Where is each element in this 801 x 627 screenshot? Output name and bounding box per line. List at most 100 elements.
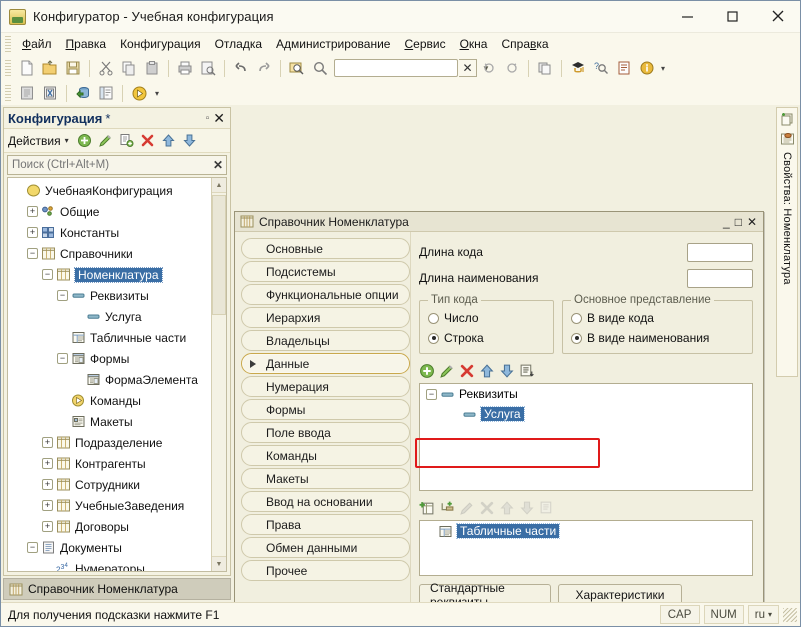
dialog-minimize-button[interactable]: _ <box>723 216 730 228</box>
status-language-selector[interactable]: ru ▾ <box>747 605 779 624</box>
dialog-maximize-button[interactable]: □ <box>735 216 742 228</box>
configuration-tree-scrollbar[interactable]: ▲ ▼ <box>211 178 226 571</box>
dialog-nav-item-12[interactable]: Права <box>241 514 410 535</box>
expand-icon[interactable]: + <box>27 227 38 238</box>
expand-icon[interactable]: + <box>27 206 38 217</box>
toolbar-grip-2[interactable] <box>5 85 11 101</box>
name-length-input[interactable] <box>688 269 763 287</box>
list-item[interactable]: Услуга <box>420 404 752 424</box>
dialog-nav-item-4[interactable]: Владельцы <box>241 330 410 351</box>
list-item[interactable]: − Реквизиты <box>420 384 752 404</box>
collapse-icon[interactable]: − <box>426 388 437 400</box>
window-tab-catalog-nomenclature[interactable]: Справочник Номенклатура <box>3 578 231 600</box>
tree-row[interactable]: ФормаЭлемента <box>8 369 211 390</box>
tree-row[interactable]: − Справочники <box>8 243 211 264</box>
move-down-icon[interactable] <box>181 132 199 150</box>
search-icon[interactable] <box>309 57 331 79</box>
find-icon[interactable] <box>286 57 308 79</box>
menu-edit[interactable]: Правка <box>59 35 114 53</box>
tree-row[interactable]: 2 3 4 Нумераторы <box>8 558 211 572</box>
new-file-icon[interactable] <box>16 57 38 79</box>
radio-selected-icon[interactable] <box>571 332 582 344</box>
global-search-icon[interactable]: ? <box>590 57 612 79</box>
expand-icon[interactable]: + <box>42 521 53 532</box>
open-file-icon[interactable] <box>39 57 61 79</box>
collapse-icon[interactable]: − <box>57 290 68 301</box>
move-up-icon[interactable] <box>160 132 178 150</box>
collapse-icon[interactable]: − <box>57 353 68 364</box>
toolbar-grip-1[interactable] <box>5 60 11 76</box>
copy-item-icon[interactable] <box>118 132 136 150</box>
add-tabular-section-icon[interactable] <box>419 500 435 519</box>
tree-row[interactable]: + Общие <box>8 201 211 222</box>
db-config-icon[interactable] <box>39 82 61 104</box>
dialog-nav-item-13[interactable]: Обмен данными <box>241 537 410 558</box>
config-window-icon[interactable] <box>16 82 38 104</box>
actions-caret-icon[interactable]: ▾ <box>65 136 69 145</box>
dialog-nav-item-1[interactable]: Подсистемы <box>241 261 410 282</box>
maximize-button[interactable] <box>710 1 755 32</box>
dialog-nav-item-3[interactable]: Иерархия <box>241 307 410 328</box>
collapse-icon[interactable]: − <box>27 542 38 553</box>
info-icon[interactable] <box>636 57 658 79</box>
dialog-nav-item-7[interactable]: Формы <box>241 399 410 420</box>
collapse-icon[interactable]: − <box>27 248 38 259</box>
search-combo[interactable]: ▼ <box>334 59 490 77</box>
tree-row[interactable]: + УчебныеЗаведения <box>8 495 211 516</box>
paste-icon[interactable] <box>141 57 163 79</box>
copy-icon[interactable] <box>118 57 140 79</box>
config-compare-icon[interactable] <box>95 82 117 104</box>
config-search-row[interactable]: ✕ <box>7 155 227 175</box>
undo-icon[interactable] <box>230 57 252 79</box>
menu-help[interactable]: Справка <box>494 35 555 53</box>
delete-attribute-icon[interactable] <box>459 363 475 382</box>
radio-icon[interactable] <box>428 312 439 324</box>
properties-vtab[interactable]: Свойства: Номенклатура <box>776 107 798 377</box>
tree-row[interactable]: УчебнаяКонфигурация <box>8 180 211 201</box>
tabular-sections-list[interactable]: Табличные части <box>419 520 753 576</box>
move-down-icon[interactable] <box>499 363 515 382</box>
sort-list-icon[interactable] <box>519 363 535 382</box>
menu-administration[interactable]: Администрирование <box>269 35 397 53</box>
tree-row[interactable]: + Сотрудники <box>8 474 211 495</box>
config-search-input[interactable] <box>8 158 210 172</box>
dialog-nav-item-11[interactable]: Ввод на основании <box>241 491 410 512</box>
actions-menu-button[interactable]: Действия <box>8 134 61 148</box>
presentation-option-name[interactable]: В виде наименования <box>571 328 746 348</box>
scroll-up-button[interactable]: ▲ <box>212 178 226 193</box>
tree-row[interactable]: − Номенклатура <box>8 264 211 285</box>
menu-file[interactable]: Файл <box>15 35 59 53</box>
dialog-nav-item-2[interactable]: Функциональные опции <box>241 284 410 305</box>
name-length-stepper[interactable] <box>687 268 763 288</box>
code-length-stepper[interactable] <box>687 242 763 262</box>
start-debug-icon[interactable] <box>128 82 150 104</box>
code-length-input[interactable] <box>688 243 763 261</box>
syntax-helper-icon[interactable] <box>567 57 589 79</box>
radio-icon[interactable] <box>571 312 582 324</box>
edit-icon[interactable] <box>97 132 115 150</box>
find-prev-icon[interactable] <box>478 57 500 79</box>
scroll-thumb[interactable] <box>212 195 226 315</box>
dialog-nav-item-10[interactable]: Макеты <box>241 468 410 489</box>
tree-row[interactable]: − Реквизиты <box>8 285 211 306</box>
tree-row[interactable]: Команды <box>8 390 211 411</box>
minimize-button[interactable] <box>665 1 710 32</box>
add-tabular-attribute-icon[interactable] <box>439 500 455 519</box>
code-type-option-number[interactable]: Число <box>428 308 547 328</box>
add-icon[interactable] <box>76 132 94 150</box>
tree-row[interactable]: + Контрагенты <box>8 453 211 474</box>
toolbar2-overflow-caret[interactable]: ▾ <box>155 89 159 98</box>
move-up-icon[interactable] <box>479 363 495 382</box>
tree-row[interactable]: − Документы <box>8 537 211 558</box>
presentation-option-code[interactable]: В виде кода <box>571 308 746 328</box>
scroll-down-button[interactable]: ▼ <box>212 556 226 571</box>
properties-palette-icon[interactable] <box>780 131 795 149</box>
tree-row[interactable]: − Формы <box>8 348 211 369</box>
dialog-nav-item-0[interactable]: Основные <box>241 238 410 259</box>
close-button[interactable] <box>755 1 800 32</box>
expand-icon[interactable]: + <box>42 479 53 490</box>
expand-icon[interactable]: + <box>42 500 53 511</box>
menu-configuration[interactable]: Конфигурация <box>113 35 208 53</box>
tree-row[interactable]: + Подразделение <box>8 432 211 453</box>
dialog-close-button[interactable]: ✕ <box>747 216 757 228</box>
